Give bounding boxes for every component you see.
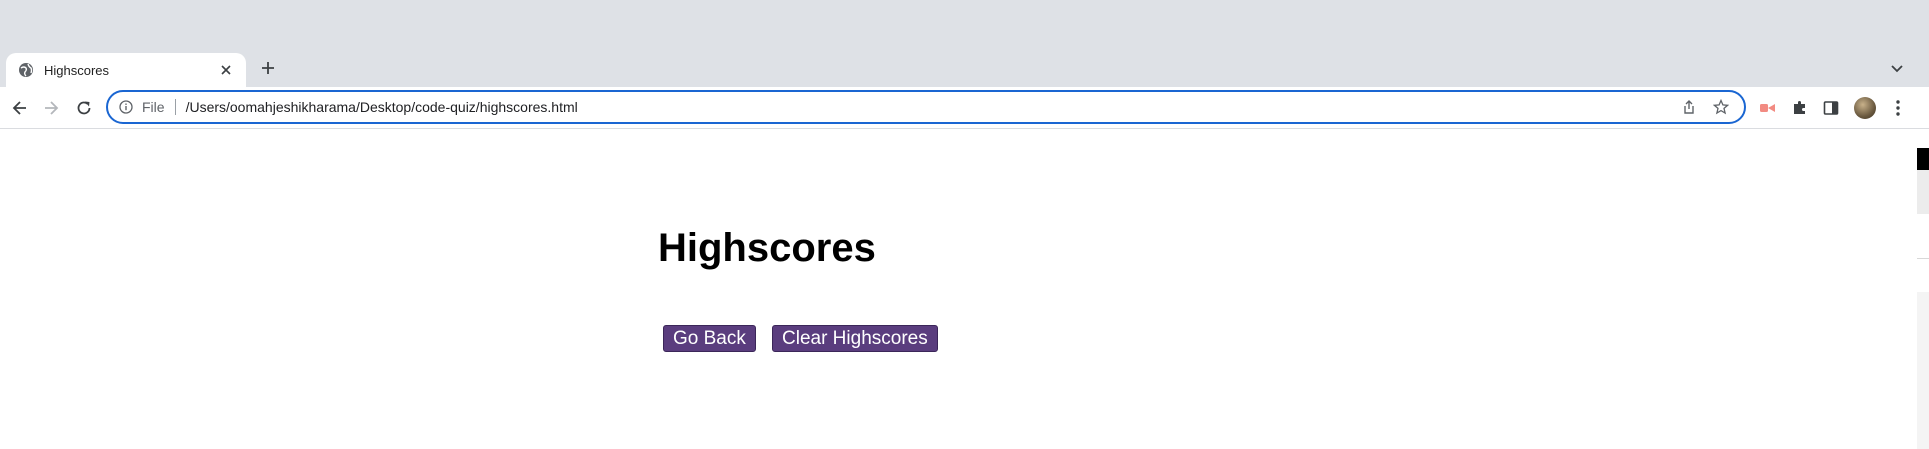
clear-highscores-button[interactable]: Clear Highscores bbox=[772, 325, 938, 352]
tab-title: Highscores bbox=[44, 62, 110, 78]
browser-toolbar: File /Users/oomahjeshikharama/Desktop/co… bbox=[0, 87, 1929, 129]
chevron-down-icon[interactable] bbox=[1889, 60, 1905, 76]
scrollbar-thumb[interactable] bbox=[1917, 148, 1929, 170]
page-title: Highscores bbox=[658, 226, 876, 270]
info-icon[interactable] bbox=[118, 99, 134, 115]
page-content: Highscores Go Back Clear Highscores bbox=[0, 129, 1929, 449]
globe-icon bbox=[18, 62, 34, 78]
kebab-menu-icon[interactable] bbox=[1888, 98, 1908, 118]
scheme-label: File bbox=[142, 99, 165, 115]
go-back-button[interactable]: Go Back bbox=[663, 325, 756, 352]
url-text[interactable]: /Users/oomahjeshikharama/Desktop/code-qu… bbox=[186, 99, 1680, 115]
side-panel-icon[interactable] bbox=[1821, 98, 1841, 118]
star-icon[interactable] bbox=[1712, 98, 1730, 116]
share-icon[interactable] bbox=[1680, 98, 1698, 116]
avatar[interactable] bbox=[1854, 97, 1876, 119]
reload-icon[interactable] bbox=[72, 96, 96, 120]
plus-icon[interactable] bbox=[258, 58, 278, 78]
scrollbar-track[interactable] bbox=[1917, 170, 1929, 214]
tab-strip: Highscores bbox=[0, 0, 1929, 87]
scrollbar-track-lower bbox=[1917, 292, 1929, 449]
divider bbox=[1917, 258, 1929, 259]
close-icon[interactable] bbox=[218, 62, 234, 78]
puzzle-icon[interactable] bbox=[1790, 98, 1810, 118]
divider bbox=[174, 99, 176, 115]
browser-tab[interactable]: Highscores bbox=[6, 53, 246, 87]
address-bar[interactable]: File /Users/oomahjeshikharama/Desktop/co… bbox=[106, 90, 1746, 124]
arrow-right-icon[interactable] bbox=[39, 96, 63, 120]
extension-red-icon[interactable] bbox=[1758, 98, 1778, 118]
arrow-left-icon[interactable] bbox=[8, 96, 32, 120]
